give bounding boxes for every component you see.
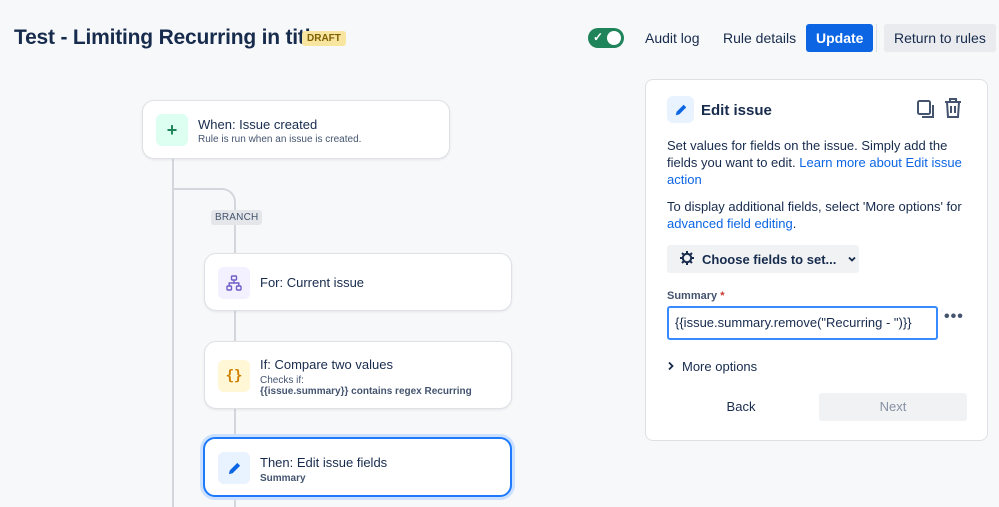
condition-card[interactable]: {} If: Compare two values Checks if: {{i… <box>204 341 512 409</box>
gear-icon <box>679 250 695 269</box>
condition-expression: {{issue.summary}} contains regex Recurri… <box>260 386 472 397</box>
next-button[interactable]: Next <box>819 393 967 421</box>
branch-connector-2 <box>234 311 236 341</box>
page-title: Test - Limiting Recurring in title <box>14 26 322 49</box>
choose-fields-button[interactable]: Choose fields to set... <box>667 245 859 273</box>
pencil-icon <box>667 96 694 123</box>
more-options-label: More options <box>682 359 758 374</box>
edit-issue-panel: Edit issue Set values for fields on the … <box>645 79 988 441</box>
choose-fields-label: Choose fields to set... <box>702 251 837 267</box>
more-options-toggle[interactable]: More options <box>667 359 757 374</box>
hierarchy-icon <box>218 267 250 299</box>
copy-icon[interactable] <box>916 99 936 124</box>
condition-title: If: Compare two values <box>260 357 393 372</box>
summary-label-text: Summary <box>667 290 718 302</box>
more-actions-icon[interactable]: ••• <box>944 308 964 326</box>
branch-card[interactable]: For: Current issue <box>204 253 512 311</box>
audit-log-button[interactable]: Audit log <box>635 24 709 52</box>
rule-enabled-toggle[interactable]: ✓ <box>588 28 624 48</box>
status-badge: DRAFT <box>302 31 346 46</box>
check-icon: ✓ <box>593 30 604 44</box>
advanced-field-editing-link[interactable]: advanced field editing <box>667 216 793 231</box>
required-mark: * <box>720 290 725 302</box>
summary-field-label: Summary * <box>667 290 724 302</box>
branch-label: BRANCH <box>211 210 263 225</box>
branch-connector-3 <box>234 409 236 437</box>
trigger-subtitle: Rule is run when an issue is created. <box>198 134 362 145</box>
header-divider <box>876 24 877 52</box>
action-title: Then: Edit issue fields <box>260 455 388 470</box>
panel-description: Set values for fields on the issue. Simp… <box>667 137 967 188</box>
trash-icon[interactable] <box>943 97 963 124</box>
chevron-down-icon <box>847 252 857 267</box>
back-button[interactable]: Back <box>667 393 815 421</box>
branch-connector-1 <box>234 224 236 253</box>
trigger-card[interactable]: + When: Issue created Rule is run when a… <box>142 100 450 159</box>
branch-connector-4 <box>234 497 236 507</box>
pencil-icon <box>218 452 250 484</box>
return-to-rules-button[interactable]: Return to rules <box>884 24 996 52</box>
branch-title: For: Current issue <box>260 275 365 290</box>
update-button[interactable]: Update <box>806 24 874 52</box>
page-header: Test - Limiting Recurring in title DRAFT… <box>0 0 999 76</box>
plus-icon: + <box>156 114 188 146</box>
panel-info: To display additional fields, select 'Mo… <box>667 198 967 232</box>
summary-input[interactable]: {{issue.summary.remove("Recurring - ")}} <box>667 306 938 340</box>
action-card[interactable]: Then: Edit issue fields Summary <box>203 437 512 497</box>
info-text: To display additional fields, select 'Mo… <box>667 199 962 214</box>
braces-icon: {} <box>218 360 250 392</box>
chevron-right-icon <box>667 359 675 374</box>
toggle-knob <box>607 31 621 45</box>
trigger-title: When: Issue created <box>198 117 318 132</box>
condition-label: Checks if: <box>260 375 304 386</box>
action-subtitle: Summary <box>260 473 306 484</box>
panel-title: Edit issue <box>701 102 772 119</box>
info-text-end: . <box>792 216 797 231</box>
rule-details-button[interactable]: Rule details <box>713 24 806 52</box>
